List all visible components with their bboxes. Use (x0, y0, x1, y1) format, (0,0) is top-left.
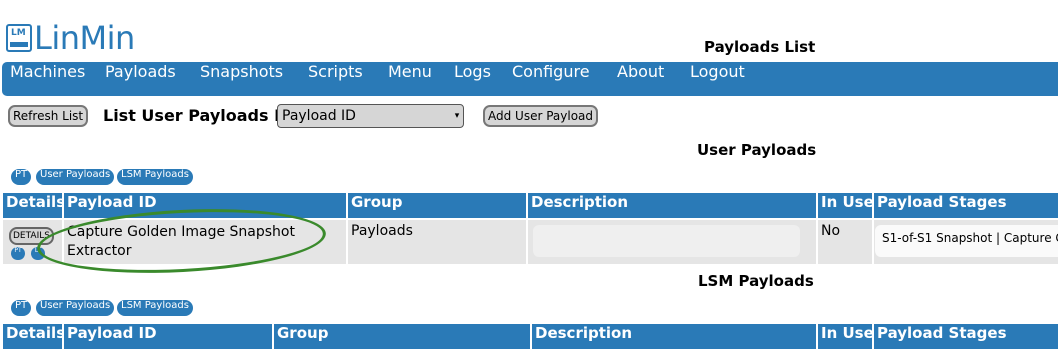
list-by-value: Payload ID (282, 108, 356, 124)
logo-text: LinMin (34, 19, 135, 57)
col-payload-stages: Payload Stages (874, 193, 1058, 218)
pill-pt[interactable]: PT (11, 300, 32, 316)
group-cell: Payloads (348, 220, 526, 264)
nav-logout[interactable]: Logout (690, 62, 745, 96)
col-group: Group (348, 193, 526, 218)
nav-configure[interactable]: Configure (512, 62, 590, 96)
nav-logs[interactable]: Logs (454, 62, 491, 96)
col-details: Details (3, 324, 62, 349)
col-in-use: In Use (818, 193, 872, 218)
in-use-cell: No (818, 220, 872, 264)
list-by-label: List User Payloads By (103, 106, 297, 125)
pill-user-payloads[interactable]: User Payloads (36, 169, 115, 185)
col-in-use: In Use (818, 324, 872, 349)
pill-user-payloads[interactable]: User Payloads (36, 300, 115, 316)
payload-stages-field[interactable]: S1-of-S1 Snapshot | Capture Golden Image… (875, 225, 1058, 257)
nav-menu[interactable]: Menu (388, 62, 432, 96)
description-field[interactable] (533, 225, 800, 257)
nav-payloads[interactable]: Payloads (105, 62, 176, 96)
linmin-logo-icon: LM (6, 24, 32, 52)
nav-snapshots[interactable]: Snapshots (200, 62, 283, 96)
nav-about[interactable]: About (617, 62, 664, 96)
pill-pt[interactable]: PT (11, 169, 32, 185)
refresh-list-button[interactable]: Refresh List (8, 105, 89, 127)
col-group: Group (274, 324, 530, 349)
pill-lsm-payloads[interactable]: LSM Payloads (117, 169, 193, 185)
row-pill-pt[interactable]: PT (11, 247, 25, 260)
pill-lsm-payloads[interactable]: LSM Payloads (117, 300, 193, 316)
user-payloads-title: User Payloads (697, 141, 817, 159)
page-title: Payloads List (704, 38, 816, 56)
add-user-payload-button[interactable]: Add User Payload (483, 105, 599, 127)
nav-machines[interactable]: Machines (10, 62, 85, 96)
main-navbar: Machines Payloads Snapshots Scripts Menu… (2, 62, 1058, 96)
list-by-select[interactable]: Payload ID ▾ (277, 104, 464, 128)
col-payload-stages: Payload Stages (874, 324, 1058, 349)
col-details: Details (3, 193, 62, 218)
col-description: Description (528, 193, 816, 218)
linmin-logo: LM LinMin (6, 18, 135, 58)
col-description: Description (532, 324, 816, 349)
lsm-payloads-title: LSM Payloads (698, 272, 814, 290)
col-payload-id: Payload ID (64, 324, 272, 349)
nav-scripts[interactable]: Scripts (308, 62, 363, 96)
select-arrow-icon: ▾ (454, 111, 460, 121)
